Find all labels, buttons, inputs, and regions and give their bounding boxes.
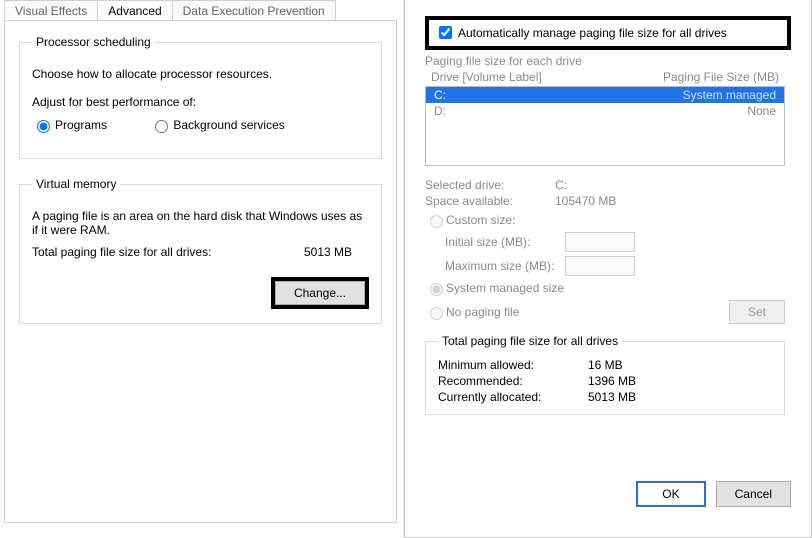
tabs: Visual Effects Advanced Data Execution P… — [4, 0, 403, 21]
auto-manage-label: Automatically manage paging file size fo… — [458, 26, 727, 40]
radio-no-paging — [430, 307, 443, 320]
maximum-size-input — [565, 256, 635, 276]
tab-body: Processor scheduling Choose how to alloc… — [4, 20, 397, 523]
drive-letter: C: — [434, 88, 446, 102]
drive-size: None — [747, 104, 776, 118]
system-managed-label: System managed size — [446, 281, 564, 295]
auto-manage-highlight: Automatically manage paging file size fo… — [425, 16, 791, 50]
radio-background[interactable]: Background services — [150, 117, 284, 133]
drive-size: System managed — [683, 88, 776, 102]
radio-custom-size — [430, 215, 443, 228]
no-paging-label: No paging file — [446, 305, 519, 319]
radio-programs-input[interactable] — [37, 120, 50, 133]
radio-background-label: Background services — [173, 118, 284, 132]
rec-label: Recommended: — [438, 374, 588, 388]
proc-desc: Choose how to allocate processor resourc… — [32, 67, 369, 81]
tab-advanced[interactable]: Advanced — [97, 0, 172, 21]
virtual-memory-legend: Virtual memory — [32, 177, 120, 191]
set-button: Set — [729, 300, 785, 324]
processor-scheduling-legend: Processor scheduling — [32, 35, 155, 49]
virtual-memory-dialog: Automatically manage paging file size fo… — [404, 0, 812, 538]
drive-row[interactable]: D: None — [426, 103, 784, 119]
radio-system-managed — [430, 283, 443, 296]
cur-label: Currently allocated: — [438, 390, 588, 404]
min-value: 16 MB — [588, 358, 623, 372]
custom-size-label: Custom size: — [446, 213, 515, 227]
rec-value: 1396 MB — [588, 374, 636, 388]
initial-size-input — [565, 232, 635, 252]
cur-value: 5013 MB — [588, 390, 636, 404]
vm-desc: A paging file is an area on the hard dis… — [32, 209, 369, 237]
radio-background-input[interactable] — [155, 120, 168, 133]
vm-total-label: Total paging file size for all drives: — [32, 245, 211, 259]
virtual-memory-group: Virtual memory A paging file is an area … — [19, 177, 382, 324]
drive-row[interactable]: C: System managed — [426, 87, 784, 103]
space-available-label: Space available: — [425, 194, 555, 208]
drive-list[interactable]: C: System managed D: None — [425, 86, 785, 166]
tab-visual-effects[interactable]: Visual Effects — [4, 0, 98, 21]
ok-button[interactable]: OK — [636, 481, 705, 507]
initial-size-label: Initial size (MB): — [425, 235, 565, 249]
adjust-label: Adjust for best performance of: — [32, 95, 369, 109]
change-highlight: Change... — [271, 277, 369, 309]
selected-drive-value: C: — [555, 178, 567, 192]
performance-options: Visual Effects Advanced Data Execution P… — [0, 0, 404, 538]
cancel-button[interactable]: Cancel — [716, 481, 791, 507]
space-available-value: 105470 MB — [555, 194, 616, 208]
radio-programs[interactable]: Programs — [32, 117, 107, 133]
maximum-size-label: Maximum size (MB): — [425, 259, 565, 273]
col-drive: Drive [Volume Label] — [431, 70, 542, 84]
tab-dep[interactable]: Data Execution Prevention — [172, 0, 336, 21]
min-label: Minimum allowed: — [438, 358, 588, 372]
drive-letter: D: — [434, 104, 446, 118]
totals-group: Total paging file size for all drives Mi… — [425, 334, 785, 415]
totals-legend: Total paging file size for all drives — [438, 334, 622, 348]
pf-group-title: Paging file size for each drive — [425, 54, 791, 68]
selected-drive-label: Selected drive: — [425, 178, 555, 192]
change-button[interactable]: Change... — [275, 281, 365, 305]
radio-programs-label: Programs — [55, 118, 107, 132]
col-size: Paging File Size (MB) — [663, 70, 779, 84]
auto-manage-checkbox[interactable] — [439, 26, 452, 39]
processor-scheduling-group: Processor scheduling Choose how to alloc… — [19, 35, 382, 159]
vm-total-value: 5013 MB — [304, 245, 352, 259]
